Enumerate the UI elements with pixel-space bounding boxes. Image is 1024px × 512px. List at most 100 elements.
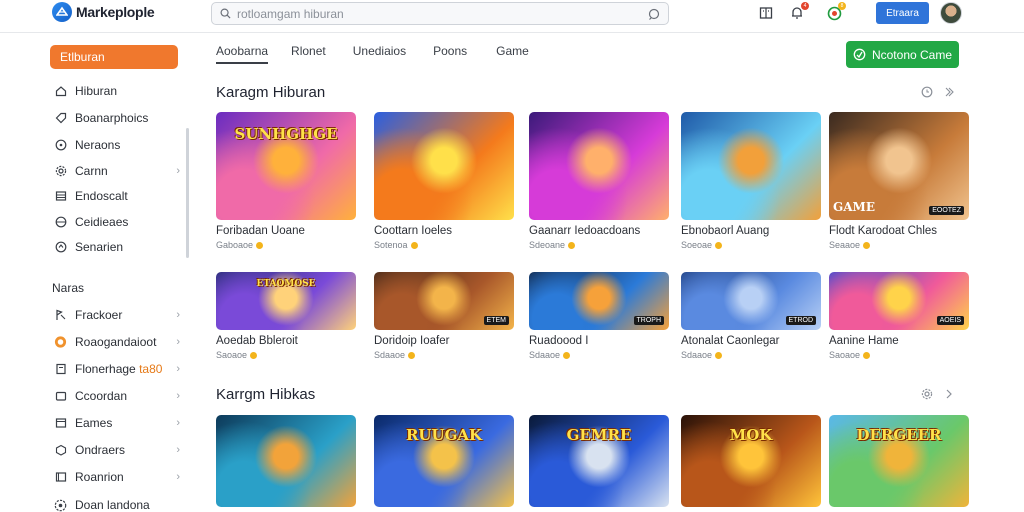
game-thumbnail[interactable]: MOK bbox=[681, 415, 821, 507]
sidebar-item-flonerhage[interactable]: Flonerhage ta80 › bbox=[54, 359, 184, 379]
game-meta-text: Soeoae bbox=[681, 240, 713, 250]
sidebar-item-carnn[interactable]: Carnn › bbox=[54, 161, 184, 181]
game-meta-text: Saoaoe bbox=[829, 350, 861, 360]
chevron-right-icon: › bbox=[176, 363, 180, 375]
sidebar-item-neraons[interactable]: Neraons bbox=[54, 135, 184, 155]
chevron-right-icon[interactable] bbox=[943, 86, 955, 101]
sidebar-item-label: Roanrion bbox=[75, 470, 124, 484]
coin-icon bbox=[256, 241, 264, 249]
library-icon[interactable] bbox=[758, 5, 774, 21]
sidebar-item-frackoer[interactable]: Frackoer › bbox=[54, 305, 184, 325]
sidebar-item-label: Boanarphoics bbox=[75, 111, 149, 125]
game-meta: Sotenoa bbox=[374, 240, 514, 250]
globe-icon bbox=[54, 216, 67, 229]
sidebar-item-roanrion[interactable]: Roanrion › bbox=[54, 467, 184, 487]
tab-poons[interactable]: Poons bbox=[433, 44, 467, 64]
notification-badge: 4 bbox=[801, 2, 809, 10]
game-title[interactable]: Aanine Hame bbox=[829, 335, 969, 347]
game-thumbnail[interactable]: ETEM bbox=[374, 272, 514, 330]
game-card[interactable]: RUUGAK bbox=[374, 415, 514, 507]
game-card[interactable] bbox=[216, 415, 356, 507]
sidebar-item-roaogandaioot[interactable]: Roaogandaioot › bbox=[54, 332, 184, 352]
voice-search-icon[interactable] bbox=[648, 8, 660, 20]
tab-aoobarna[interactable]: Aoobarna bbox=[216, 44, 269, 64]
sidebar-item-ccoordan[interactable]: Ccoordan › bbox=[54, 386, 184, 406]
search-input[interactable] bbox=[237, 6, 642, 21]
corner-badge: ETEM bbox=[483, 316, 509, 325]
game-thumbnail[interactable]: SUNHGHGE bbox=[216, 112, 356, 220]
game-title[interactable]: Ruadoood I bbox=[529, 335, 669, 347]
game-card[interactable]: GAME EOOTEZ Flodt Karodoat Chles Seaaoe bbox=[829, 112, 969, 250]
game-thumbnail[interactable]: RUUGAK bbox=[374, 415, 514, 507]
sidebar-item-label: Carnn bbox=[75, 164, 108, 178]
game-thumbnail[interactable]: ETAOMOSE bbox=[216, 272, 356, 330]
bookmark-icon bbox=[54, 363, 67, 376]
chevron-right-icon: › bbox=[176, 471, 180, 483]
game-title[interactable]: Ebnobaorl Auang bbox=[681, 225, 821, 237]
app-name: Markeplople bbox=[76, 4, 155, 20]
game-title[interactable]: Gaanarr Iedoacdoans bbox=[529, 225, 669, 237]
coin-balance-icon[interactable]: 8 bbox=[826, 2, 846, 21]
game-card[interactable]: Coottarn Ioeles Sotenoa bbox=[374, 112, 514, 250]
game-card[interactable]: Ebnobaorl Auang Soeoae bbox=[681, 112, 821, 250]
section-title-1: Karagm Hiburan bbox=[216, 84, 326, 101]
top-bar: Markeplople 4 8 Etraara bbox=[0, 0, 1024, 33]
game-thumbnail[interactable]: ETROD bbox=[681, 272, 821, 330]
game-title[interactable]: Flodt Karodoat Chles bbox=[829, 225, 969, 237]
game-card[interactable]: DERGEER bbox=[829, 415, 969, 507]
game-thumbnail[interactable]: AOEIS bbox=[829, 272, 969, 330]
game-card[interactable]: TROPH Ruadoood I Sdaaoe bbox=[529, 272, 669, 360]
sidebar-item-eames[interactable]: Eames › bbox=[54, 413, 184, 433]
game-title[interactable]: Coottarn Ioeles bbox=[374, 225, 514, 237]
app-logo[interactable]: Markeplople bbox=[52, 2, 155, 22]
sidebar-item-senarien[interactable]: Senarien bbox=[54, 237, 184, 257]
game-title[interactable]: Doridoip Ioafer bbox=[374, 335, 514, 347]
game-card[interactable]: ETROD Atonalat Caonlegar Sdaaoe bbox=[681, 272, 821, 360]
tab-rlonet[interactable]: Rlonet bbox=[291, 44, 326, 64]
gear-icon[interactable] bbox=[921, 388, 933, 403]
sidebar-scrollbar[interactable] bbox=[186, 128, 189, 258]
search-icon bbox=[220, 8, 231, 19]
gear-icon bbox=[54, 165, 67, 178]
game-title[interactable]: Atonalat Caonlegar bbox=[681, 335, 821, 347]
game-thumbnail[interactable]: GAME EOOTEZ bbox=[829, 112, 969, 220]
sidebar-item-ceidieaes[interactable]: Ceidieaes bbox=[54, 212, 184, 232]
tab-game[interactable]: Game bbox=[496, 44, 529, 64]
new-game-button[interactable]: Ncotono Came bbox=[846, 41, 959, 68]
game-card[interactable]: MOK bbox=[681, 415, 821, 507]
game-thumbnail[interactable]: GEMRE bbox=[529, 415, 669, 507]
game-thumbnail[interactable]: TROPH bbox=[529, 272, 669, 330]
game-title[interactable]: Aoedab Bbleroit bbox=[216, 335, 356, 347]
game-card[interactable]: ETEM Doridoip Ioafer Sdaaoe bbox=[374, 272, 514, 360]
game-thumbnail[interactable] bbox=[216, 415, 356, 507]
game-meta-text: Saoaoe bbox=[216, 350, 248, 360]
sidebar-item-active[interactable]: Etlburan bbox=[50, 45, 178, 69]
game-thumbnail[interactable] bbox=[529, 112, 669, 220]
game-thumbnail[interactable] bbox=[681, 112, 821, 220]
user-avatar[interactable] bbox=[940, 2, 962, 24]
sidebar-item-doan-landona[interactable]: Doan landona bbox=[54, 495, 184, 512]
top-action-button[interactable]: Etraara bbox=[876, 2, 929, 24]
category-tabs: Aoobarna Rlonet Unediaios Poons Game bbox=[216, 44, 529, 64]
game-logo-text: GEMRE bbox=[566, 426, 632, 444]
game-card[interactable]: GEMRE bbox=[529, 415, 669, 507]
list-icon bbox=[54, 190, 67, 203]
game-card[interactable]: AOEIS Aanine Hame Saoaoe bbox=[829, 272, 969, 360]
sidebar-item-label: Frackoer bbox=[75, 308, 123, 322]
game-thumbnail[interactable] bbox=[374, 112, 514, 220]
tab-unediaios[interactable]: Unediaios bbox=[353, 44, 406, 64]
game-card[interactable]: ETAOMOSE Aoedab Bbleroit Saoaoe bbox=[216, 272, 356, 360]
sidebar-item-boanarphoics[interactable]: Boanarphoics bbox=[54, 108, 184, 128]
sidebar-item-hiburan[interactable]: Hiburan bbox=[54, 81, 184, 101]
search-bar[interactable] bbox=[211, 2, 669, 25]
game-title[interactable]: Foribadan Uoane bbox=[216, 225, 356, 237]
chevron-right-icon[interactable] bbox=[943, 388, 955, 403]
sidebar-item-ondraers[interactable]: Ondraers › bbox=[54, 440, 184, 460]
game-card[interactable]: SUNHGHGE Foribadan Uoane Gaboaoe bbox=[216, 112, 356, 250]
sidebar-item-endoscalt[interactable]: Endoscalt bbox=[54, 186, 184, 206]
game-card[interactable]: Gaanarr Iedoacdoans Sdeoane bbox=[529, 112, 669, 250]
game-thumbnail[interactable]: DERGEER bbox=[829, 415, 969, 507]
clock-icon[interactable] bbox=[921, 86, 933, 101]
notification-bell-icon[interactable]: 4 bbox=[789, 2, 809, 21]
coin-icon bbox=[563, 351, 571, 359]
